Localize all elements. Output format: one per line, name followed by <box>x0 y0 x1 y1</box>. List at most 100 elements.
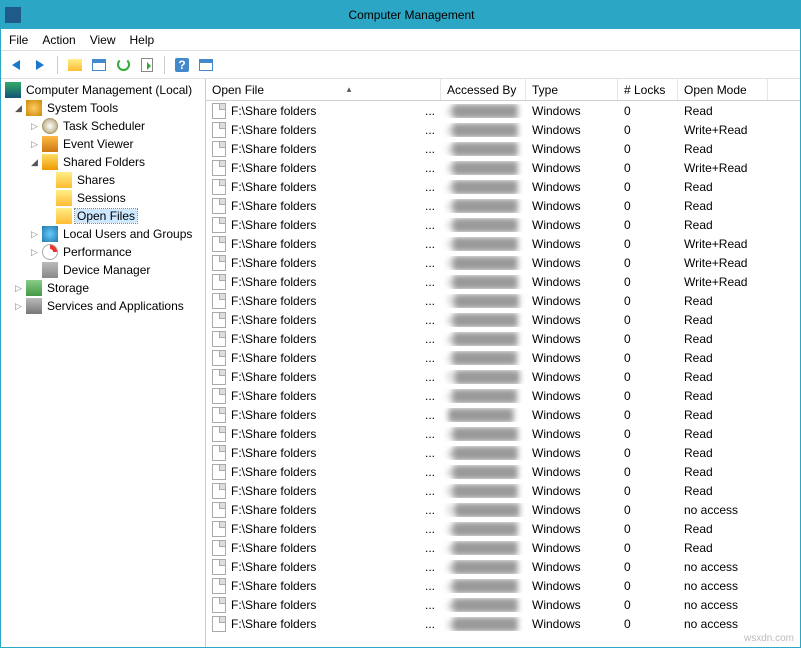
refresh-button[interactable] <box>112 54 134 76</box>
cell-locks: 0 <box>618 465 678 479</box>
tree-label: Device Manager <box>61 263 152 277</box>
cell-type: Windows <box>526 161 618 175</box>
list-row[interactable]: F:\Share folders...n████████Windows0Writ… <box>206 272 800 291</box>
ellipsis: ... <box>425 332 435 346</box>
expander-icon[interactable] <box>29 229 40 240</box>
list-row[interactable]: F:\Share folders...e████████Windows0Read <box>206 310 800 329</box>
navigation-tree[interactable]: Computer Management (Local) System Tools… <box>1 79 206 647</box>
expander-icon[interactable] <box>13 301 24 312</box>
list-row[interactable]: F:\Share folders...a████████Windows0Read <box>206 519 800 538</box>
expander-icon[interactable] <box>29 139 40 150</box>
cell-locks: 0 <box>618 408 678 422</box>
cell-open-file: F:\Share folders... <box>206 331 441 347</box>
list-row[interactable]: F:\Share folders...n████████Windows0Writ… <box>206 253 800 272</box>
list-row[interactable]: F:\Share folders...d████████Windows0Read <box>206 101 800 120</box>
file-path: F:\Share folders <box>231 522 316 536</box>
list-row[interactable]: F:\Share folders...n████████Windows0Read <box>206 424 800 443</box>
forward-button[interactable] <box>29 54 51 76</box>
tree-performance[interactable]: Performance <box>1 243 205 261</box>
cell-type: Windows <box>526 199 618 213</box>
watermark: wsxdn.com <box>744 633 794 644</box>
title-bar[interactable]: Computer Management <box>1 1 800 29</box>
tree-shared-folders[interactable]: Shared Folders <box>1 153 205 171</box>
tree-device-manager[interactable]: Device Manager <box>1 261 205 279</box>
expander-icon[interactable] <box>29 121 40 132</box>
cell-open-mode: no access <box>678 579 768 593</box>
column-type[interactable]: Type <box>526 79 618 100</box>
list-row[interactable]: F:\Share folders...D████████Windows0no a… <box>206 500 800 519</box>
file-icon <box>212 293 226 309</box>
expander-icon[interactable] <box>29 157 40 168</box>
cell-type: Windows <box>526 617 618 631</box>
tree-shares[interactable]: Shares <box>1 171 205 189</box>
open-files-button[interactable] <box>195 54 217 76</box>
tree-task-scheduler[interactable]: Task Scheduler <box>1 117 205 135</box>
list-row[interactable]: F:\Share folders...c████████Windows0Read <box>206 348 800 367</box>
list-row[interactable]: F:\Share folders...a████████Windows0no a… <box>206 576 800 595</box>
column-accessed-by[interactable]: Accessed By <box>441 79 526 100</box>
column-open-mode[interactable]: Open Mode <box>678 79 768 100</box>
file-icon <box>212 483 226 499</box>
tree-sessions[interactable]: Sessions <box>1 189 205 207</box>
list-row[interactable]: F:\Share folders...D████████Windows0Read <box>206 367 800 386</box>
show-hide-tree-button[interactable] <box>64 54 86 76</box>
list-row[interactable]: F:\Share folders...b████████Windows0Read <box>206 481 800 500</box>
menu-view[interactable]: View <box>90 33 116 47</box>
tree-local-users[interactable]: Local Users and Groups <box>1 225 205 243</box>
cell-type: Windows <box>526 104 618 118</box>
tree-label: Task Scheduler <box>61 119 147 133</box>
list-row[interactable]: F:\Share folders...a████████Windows0no a… <box>206 614 800 633</box>
list-row[interactable]: F:\Share folders...a████████Windows0Read <box>206 443 800 462</box>
file-path: F:\Share folders <box>231 427 316 441</box>
expander-icon[interactable] <box>29 247 40 258</box>
help-button[interactable]: ? <box>171 54 193 76</box>
menu-action[interactable]: Action <box>42 33 75 47</box>
list-row[interactable]: F:\Share folders...e████████Windows0Read <box>206 462 800 481</box>
tree-label: Shares <box>75 173 117 187</box>
cell-accessed-by: i████████ <box>441 408 526 422</box>
list-row[interactable]: F:\Share folders...a████████Windows0Read <box>206 538 800 557</box>
expander-icon[interactable] <box>13 103 24 114</box>
back-button[interactable] <box>5 54 27 76</box>
tree-open-files[interactable]: Open Files <box>1 207 205 225</box>
user-redacted: a████████ <box>447 522 517 536</box>
menu-help[interactable]: Help <box>130 33 155 47</box>
list-row[interactable]: F:\Share folders...n████████Windows0Read <box>206 215 800 234</box>
cell-type: Windows <box>526 579 618 593</box>
list-row[interactable]: F:\Share folders...i████████Windows0Read <box>206 405 800 424</box>
ellipsis: ... <box>425 408 435 422</box>
menu-file[interactable]: File <box>9 33 28 47</box>
list-rows[interactable]: F:\Share folders...d████████Windows0Read… <box>206 101 800 647</box>
list-row[interactable]: F:\Share folders...n████████Windows0Read <box>206 196 800 215</box>
cell-locks: 0 <box>618 370 678 384</box>
list-row[interactable]: F:\Share folders...a████████Windows0no a… <box>206 595 800 614</box>
list-row[interactable]: F:\Share folders...d████████Windows0Read <box>206 139 800 158</box>
menu-bar: File Action View Help <box>1 29 800 51</box>
tree-label: Services and Applications <box>45 299 186 313</box>
tree-root[interactable]: Computer Management (Local) <box>1 81 205 99</box>
list-row[interactable]: F:\Share folders...a████████Windows0no a… <box>206 557 800 576</box>
list-row[interactable]: F:\Share folders...d████████Windows0Read <box>206 177 800 196</box>
cell-open-file: F:\Share folders... <box>206 122 441 138</box>
cell-accessed-by: a████████ <box>441 541 526 555</box>
list-row[interactable]: F:\Share folders...d████████Windows0Writ… <box>206 120 800 139</box>
expander-icon[interactable] <box>13 283 24 294</box>
list-row[interactable]: F:\Share folders...S████████Windows0Read <box>206 291 800 310</box>
cell-open-file: F:\Share folders... <box>206 141 441 157</box>
properties-button[interactable] <box>88 54 110 76</box>
column-locks[interactable]: # Locks <box>618 79 678 100</box>
tree-storage[interactable]: Storage <box>1 279 205 297</box>
list-row[interactable]: F:\Share folders...d████████Windows0Writ… <box>206 158 800 177</box>
refresh-icon <box>117 58 130 71</box>
tree-system-tools[interactable]: System Tools <box>1 99 205 117</box>
list-row[interactable]: F:\Share folders...e████████Windows0Read <box>206 329 800 348</box>
file-path: F:\Share folders <box>231 598 316 612</box>
column-open-file[interactable]: Open File▴ <box>206 79 441 100</box>
export-list-button[interactable] <box>136 54 158 76</box>
file-path: F:\Share folders <box>231 579 316 593</box>
cell-type: Windows <box>526 522 618 536</box>
list-row[interactable]: F:\Share folders...c████████Windows0Read <box>206 386 800 405</box>
list-row[interactable]: F:\Share folders...n████████Windows0Writ… <box>206 234 800 253</box>
tree-event-viewer[interactable]: Event Viewer <box>1 135 205 153</box>
tree-services[interactable]: Services and Applications <box>1 297 205 315</box>
